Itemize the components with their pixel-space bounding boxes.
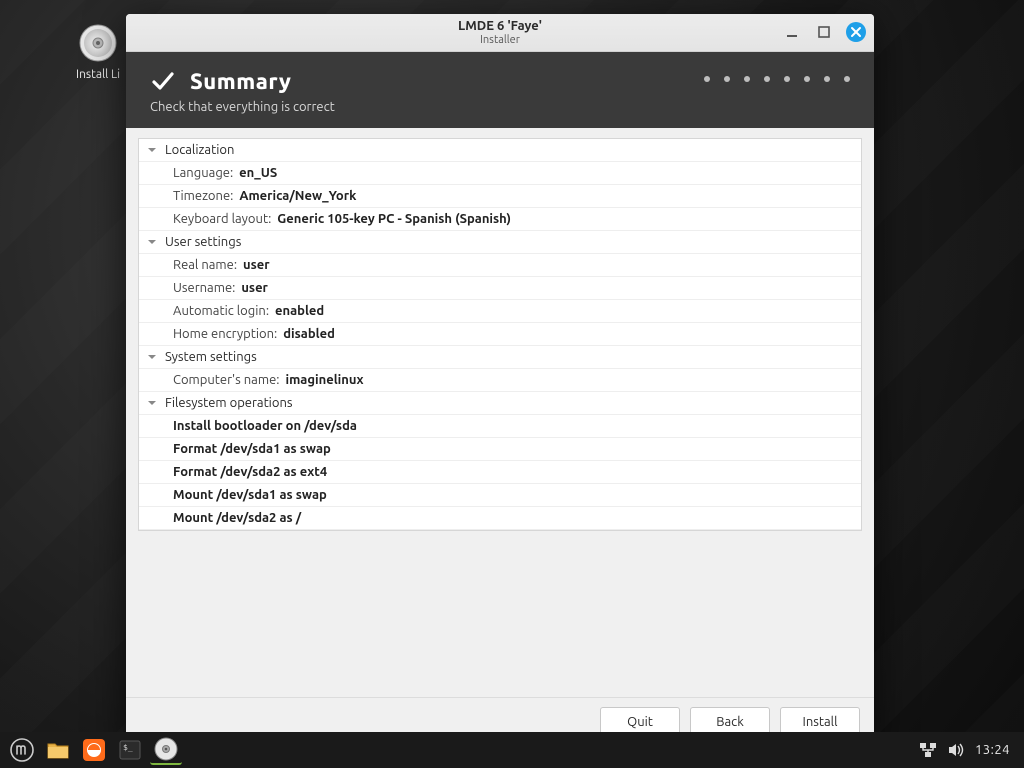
check-icon <box>150 68 176 94</box>
firefox-icon <box>81 737 107 763</box>
row-fs-op: Format /dev/sda1 as swap <box>139 438 861 461</box>
maximize-button[interactable] <box>814 22 834 42</box>
section-system[interactable]: System settings <box>139 346 861 369</box>
task-terminal[interactable]: $_ <box>114 735 146 765</box>
installer-window: LMDE 6 'Faye' Installer Summary Check th… <box>126 14 874 746</box>
section-label: Filesystem operations <box>165 396 293 410</box>
row-realname: Real name: user <box>139 254 861 277</box>
menu-button[interactable] <box>6 735 38 765</box>
disc-icon <box>153 736 179 762</box>
row-fs-op: Mount /dev/sda1 as swap <box>139 484 861 507</box>
chevron-down-icon <box>145 350 159 364</box>
task-files[interactable] <box>42 735 74 765</box>
network-icon[interactable] <box>919 741 937 759</box>
section-filesystem[interactable]: Filesystem operations <box>139 392 861 415</box>
row-timezone: Timezone: America/New_York <box>139 185 861 208</box>
summary-tree: Localization Language: en_US Timezone: A… <box>138 138 862 531</box>
row-fs-op: Format /dev/sda2 as ext4 <box>139 461 861 484</box>
row-username: Username: user <box>139 277 861 300</box>
section-label: System settings <box>165 350 257 364</box>
volume-icon[interactable] <box>947 741 965 759</box>
folder-icon <box>45 737 71 763</box>
chevron-down-icon <box>145 235 159 249</box>
minimize-button[interactable] <box>782 22 802 42</box>
row-fs-op: Install bootloader on /dev/sda <box>139 415 861 438</box>
desktop-install-label: Install Li <box>76 68 120 81</box>
step-header: Summary Check that everything is correct <box>126 52 874 128</box>
step-subtitle: Check that everything is correct <box>150 100 850 114</box>
row-autologin: Automatic login: enabled <box>139 300 861 323</box>
step-title: Summary <box>190 69 291 94</box>
row-fs-op: Mount /dev/sda2 as / <box>139 507 861 530</box>
titlebar[interactable]: LMDE 6 'Faye' Installer <box>126 14 874 52</box>
disc-icon <box>77 22 119 64</box>
terminal-icon: $_ <box>117 737 143 763</box>
task-installer[interactable] <box>150 735 182 765</box>
desktop-install-icon[interactable]: Install Li <box>76 22 120 81</box>
summary-content: Localization Language: en_US Timezone: A… <box>126 128 874 697</box>
svg-text:$_: $_ <box>123 743 133 752</box>
row-keyboard: Keyboard layout: Generic 105-key PC - Sp… <box>139 208 861 231</box>
task-firefox[interactable] <box>78 735 110 765</box>
step-progress-dots <box>704 76 850 82</box>
row-language: Language: en_US <box>139 162 861 185</box>
mint-logo-icon <box>10 738 34 762</box>
close-button[interactable] <box>846 22 866 42</box>
taskbar[interactable]: $_ 13:24 <box>0 732 1024 768</box>
chevron-down-icon <box>145 143 159 157</box>
window-title: LMDE 6 'Faye' <box>458 19 542 33</box>
window-subtitle: Installer <box>458 34 542 46</box>
section-label: User settings <box>165 235 241 249</box>
row-hostname: Computer's name: imaginelinux <box>139 369 861 392</box>
section-label: Localization <box>165 143 234 157</box>
row-homeenc: Home encryption: disabled <box>139 323 861 346</box>
clock[interactable]: 13:24 <box>975 743 1010 757</box>
section-user[interactable]: User settings <box>139 231 861 254</box>
chevron-down-icon <box>145 396 159 410</box>
section-localization[interactable]: Localization <box>139 139 861 162</box>
